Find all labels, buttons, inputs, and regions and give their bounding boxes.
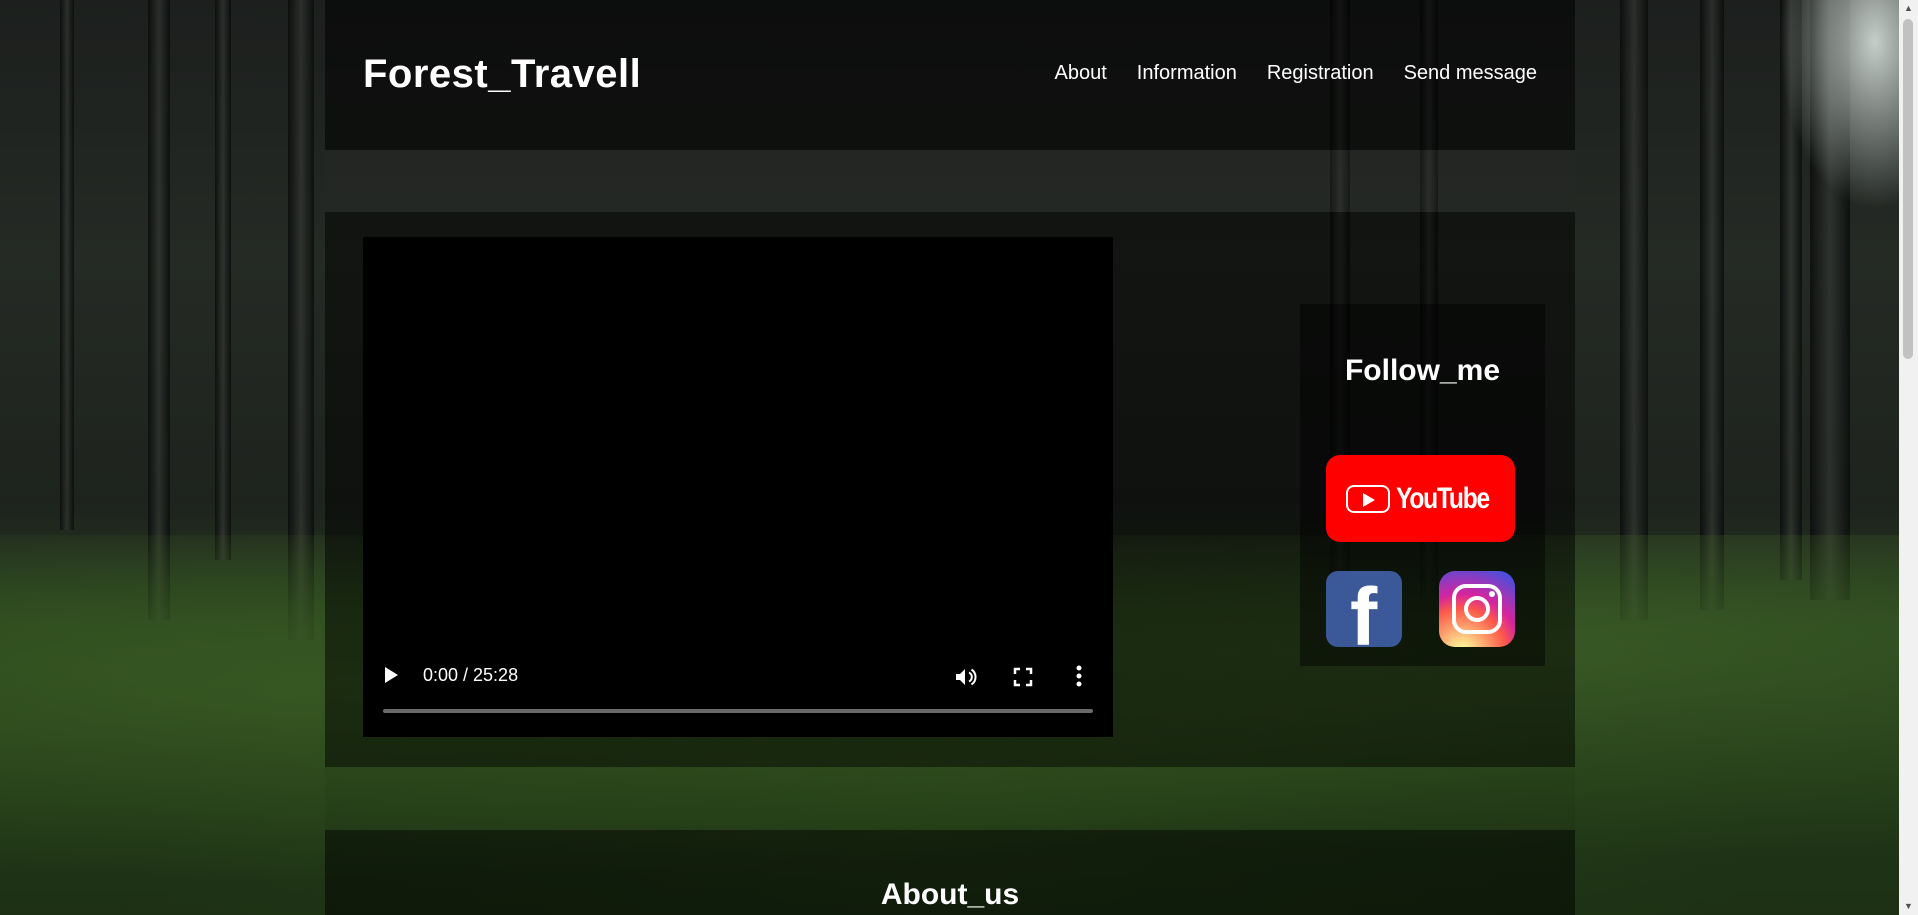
about-section: About_us [325, 830, 1575, 915]
video-progress-bar[interactable] [383, 709, 1093, 713]
volume-icon[interactable] [953, 665, 977, 694]
youtube-icon [1345, 484, 1390, 513]
youtube-link[interactable]: YouTube [1326, 455, 1515, 542]
scrollbar-thumb[interactable] [1903, 19, 1913, 359]
main-nav: About Information Registration Send mess… [1055, 62, 1537, 85]
section-gap [325, 767, 1575, 830]
about-title: About_us [880, 878, 1020, 911]
follow-title: Follow_me [1344, 354, 1501, 387]
scroll-up-icon[interactable]: ▲ [1899, 0, 1918, 17]
youtube-label: YouTube [1395, 481, 1490, 515]
nav-link-information[interactable]: Information [1137, 62, 1237, 85]
scroll-down-icon[interactable]: ▼ [1899, 898, 1918, 915]
header-strip [325, 150, 1575, 212]
site-title[interactable]: Forest_Travell [363, 52, 641, 97]
fullscreen-icon[interactable] [1013, 667, 1033, 692]
nav-link-registration[interactable]: Registration [1267, 62, 1374, 85]
video-player[interactable]: 0:00 / 25:28 [363, 237, 1113, 737]
follow-box: Follow_me YouTube f [1300, 304, 1545, 666]
main-section: 0:00 / 25:28 Follow_me YouTube f [325, 212, 1575, 767]
facebook-icon[interactable]: f [1326, 571, 1402, 647]
instagram-icon[interactable] [1439, 571, 1515, 647]
site-header: Forest_Travell About Information Registr… [325, 0, 1575, 150]
more-options-icon[interactable] [1075, 665, 1083, 692]
nav-link-send-message[interactable]: Send message [1404, 62, 1537, 85]
play-icon[interactable] [385, 667, 398, 683]
page-scrollbar[interactable]: ▲ ▼ [1899, 0, 1918, 915]
video-time: 0:00 / 25:28 [423, 665, 519, 685]
nav-link-about[interactable]: About [1055, 62, 1107, 85]
